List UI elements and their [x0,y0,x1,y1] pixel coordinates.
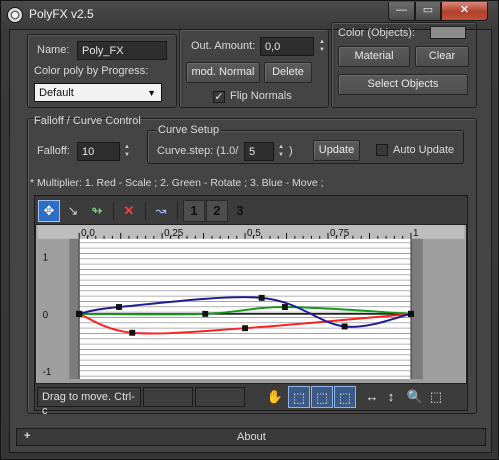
zoom-region-icon[interactable]: ⬚ [425,386,447,408]
curve-graph[interactable]: 0,0 0,25 0,5 0,75 1 1 0 -1 [35,224,467,384]
out-amount-spinner[interactable]: ▲ ▼ [317,38,327,56]
minimize-icon: — [396,4,407,16]
maximize-icon: ▭ [422,4,434,16]
falloff-rollout-title: Falloff / Curve Control [34,115,141,127]
zoom-vertical-icon[interactable]: ↕ [380,386,402,408]
select-objects-button[interactable]: Select Objects [338,74,468,95]
curve-2-button[interactable]: 2 [206,200,228,222]
curve-step-spinner[interactable]: ▲ ▼ [276,143,286,161]
about-label: About [237,431,266,443]
out-amount-label: Out. Amount: [191,40,256,52]
curve-setup-title: Curve Setup [156,124,222,136]
blue-curve-point [408,310,414,317]
falloff-rollout: Falloff / Curve Control Falloff: 10 ▲ ▼ C… [27,115,477,417]
out-amount-field[interactable]: 0,0 [260,37,314,56]
status-text: Drag to move. Ctrl-c [37,387,141,417]
plot-area [79,238,411,380]
normal-group: Out. Amount: 0,0 ▲ ▼ mod. Normal Delete ✓… [179,29,329,108]
x-tick-label: 0,0 [81,228,95,239]
reset-curve-icon[interactable]: ↝ [150,200,172,222]
flip-normals-label: Flip Normals [230,90,292,102]
auto-update-checkbox[interactable] [376,144,388,156]
pan-icon[interactable]: ✋ [264,386,286,408]
color-poly-dropdown[interactable]: Default ▼ [34,83,162,102]
name-group: Name: Poly_FX Color poly by Progress: De… [27,34,177,108]
curve-3-button[interactable]: 3 [229,200,251,222]
blue-curve-point [258,294,265,301]
green-curve-point [281,304,288,310]
client-area: Name: Poly_FX Color poly by Progress: De… [9,22,492,453]
x-tick-label: 1 [413,228,418,239]
move-icon[interactable]: ✥ [38,200,60,222]
plugin-window: PolyFX v2.5 — ▭ ✕ Name: Poly_FX Color po… [0,0,499,460]
curve-step-label: Curve.step: (1.0/ [157,145,239,157]
curve-step-field[interactable]: 5 [244,142,274,161]
zoom-extents-icon[interactable]: ⬚ [288,386,310,408]
x-tick-label: 0,25 [164,228,184,239]
close-button[interactable]: ✕ [441,2,488,21]
insert-point-icon[interactable]: ↬ [86,200,108,222]
app-icon [7,7,23,23]
update-button[interactable]: Update [313,140,360,161]
red-curve-point [242,325,249,332]
chevron-down-icon: ▼ [147,88,156,98]
window-title: PolyFX v2.5 [29,7,94,21]
status-field-x[interactable] [143,387,193,407]
expand-icon: + [24,430,31,442]
auto-update-label: Auto Update [393,144,455,156]
material-button[interactable]: Material [338,46,410,67]
right-margin [410,238,423,380]
flip-normals-checkbox[interactable]: ✓ [213,91,225,103]
blue-curve-point [116,304,122,310]
minimize-button[interactable]: — [388,2,415,21]
left-margin [69,238,80,380]
curve-1-button[interactable]: 1 [183,200,205,222]
color-swatch[interactable] [430,26,466,39]
curve-editor: ✥ ↘ ↬ ✕ ↝ 1 2 3 0,0 0,25 0,5 0,75 1 1 0 -1 Drag… [34,195,468,417]
toolbar-divider [145,202,146,220]
mod-normal-button[interactable]: mod. Normal [186,62,260,83]
zoom-icon[interactable]: 🔍 [404,386,426,408]
name-label: Name: [37,44,70,56]
falloff-field[interactable]: 10 [77,142,120,161]
objects-group: Color (Objects): Material Clear Select O… [331,22,477,108]
color-objects-label: Color (Objects): [338,27,416,39]
multiplier-note: * Multiplier: 1. Red - Scale ; 2. Green … [30,177,324,189]
red-curve-point [129,329,136,336]
clear-button[interactable]: Clear [415,46,469,67]
delete-point-icon[interactable]: ✕ [118,200,140,222]
status-field-y[interactable] [195,387,245,407]
maximize-button[interactable]: ▭ [415,2,441,21]
y-tick-label: 0 [43,310,49,321]
color-poly-label: Color poly by Progress: [34,65,149,77]
falloff-spinner[interactable]: ▲ ▼ [122,143,132,161]
curve-setup-group: Curve Setup Curve.step: (1.0/ 5 ▲ ▼ ) Upd… [147,124,464,164]
x-tick-label: 0,5 [247,228,261,239]
blue-curve-point [76,310,83,317]
about-rollout-header[interactable]: + About [16,428,486,446]
zoom-value-extents-icon[interactable]: ⬚ [334,386,356,408]
close-icon: ✕ [459,4,470,16]
y-tick-label: -1 [43,367,52,378]
green-curve-point [202,310,209,317]
delete-button[interactable]: Delete [264,62,312,83]
curve-step-suffix: ) [289,145,293,157]
toolbar-divider [177,202,178,220]
blue-curve-point [341,323,348,330]
toolbar-divider [113,202,114,220]
falloff-label: Falloff: [37,145,70,157]
scale-icon[interactable]: ↘ [62,200,84,222]
name-field[interactable]: Poly_FX [77,41,167,60]
y-tick-label: 1 [43,253,48,264]
x-tick-label: 0,75 [330,228,350,239]
color-poly-value: Default [39,87,74,99]
zoom-horizontal-extents-icon[interactable]: ⬚ [311,386,333,408]
